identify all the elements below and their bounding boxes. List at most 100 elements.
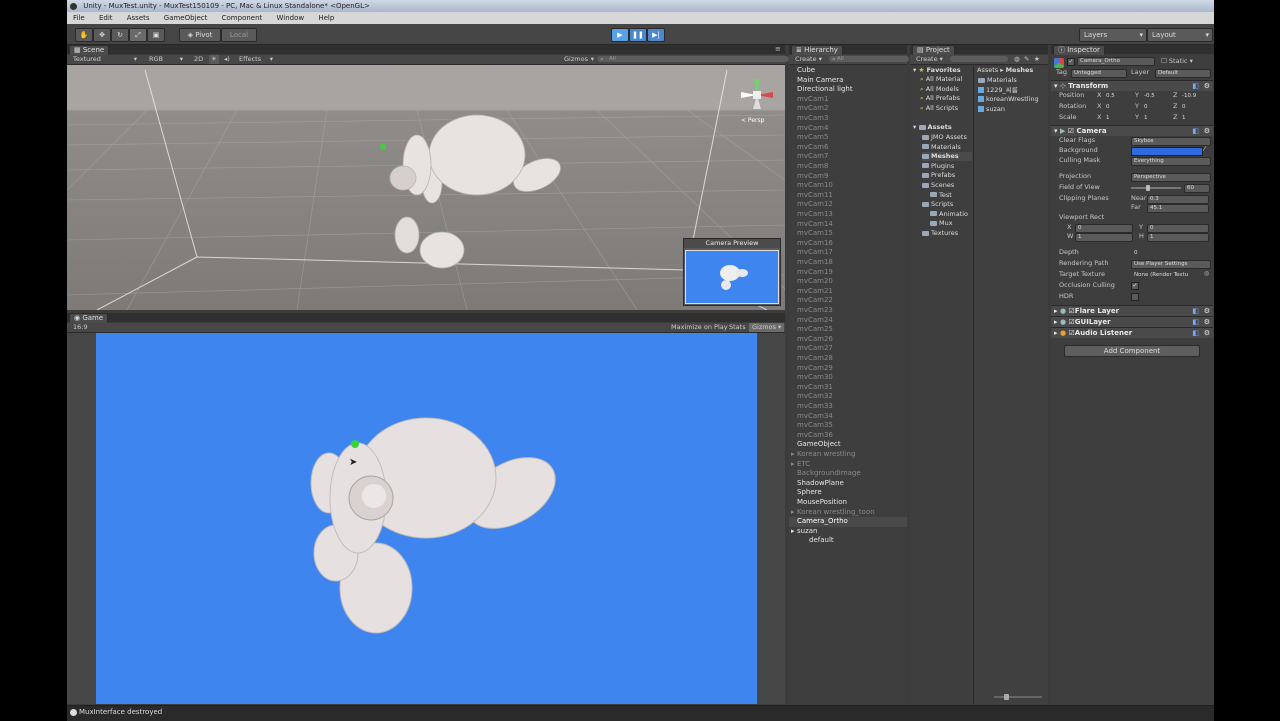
- transform-z-input[interactable]: -10.9: [1179, 92, 1209, 101]
- scene-orientation-gizmo[interactable]: [737, 75, 777, 115]
- project-folder-item[interactable]: Meshes: [922, 152, 972, 162]
- hierarchy-item[interactable]: mvCam26: [797, 335, 833, 345]
- hierarchy-item[interactable]: mvCam24: [797, 316, 833, 326]
- projection-dropdown[interactable]: Perspective: [1131, 173, 1211, 182]
- fov-slider-thumb[interactable]: [1146, 185, 1151, 191]
- viewport-y-input[interactable]: 0: [1147, 224, 1209, 233]
- gear-icon[interactable]: ⚙: [1204, 126, 1210, 136]
- play-button[interactable]: ▶: [611, 28, 629, 42]
- favorite-star-icon[interactable]: ★: [1034, 55, 1040, 64]
- project-create-dropdown[interactable]: Create ▾: [916, 55, 943, 64]
- hierarchy-item[interactable]: ShadowPlane: [797, 479, 844, 489]
- assets-header[interactable]: ▾ Assets: [913, 123, 952, 132]
- occlusion-culling-checkbox[interactable]: ✓: [1131, 282, 1139, 290]
- layers-dropdown[interactable]: Layers ▾: [1079, 28, 1147, 42]
- project-folder-item[interactable]: Mux: [930, 219, 953, 228]
- eyedropper-icon[interactable]: ⁄: [1204, 145, 1205, 153]
- fov-input[interactable]: 60: [1184, 184, 1210, 193]
- hierarchy-item[interactable]: mvCam22: [797, 296, 833, 306]
- local-toggle[interactable]: Local: [221, 28, 257, 42]
- favorite-item[interactable]: ⌕ All Scripts: [920, 104, 958, 113]
- rect-tool-button[interactable]: ▣: [147, 28, 165, 42]
- hierarchy-item[interactable]: ▸ ETC: [791, 460, 810, 470]
- project-file-item[interactable]: 1229_씨름: [978, 86, 1018, 95]
- hierarchy-item[interactable]: mvCam2: [797, 104, 828, 114]
- gear-icon[interactable]: ⚙: [1204, 81, 1210, 91]
- favorite-item[interactable]: ⌕ All Material: [920, 75, 962, 84]
- hierarchy-item[interactable]: Directional light: [797, 85, 853, 95]
- hierarchy-item[interactable]: ▸ suzan: [791, 527, 817, 537]
- hierarchy-item[interactable]: mvCam9: [797, 172, 828, 182]
- hierarchy-item[interactable]: mvCam8: [797, 162, 828, 172]
- project-file-item[interactable]: suzan: [978, 105, 1005, 114]
- gear-icon[interactable]: ⚙: [1204, 306, 1210, 316]
- project-folder-item[interactable]: Plugins: [922, 162, 954, 171]
- add-component-button[interactable]: Add Component: [1064, 345, 1200, 357]
- project-folder-item[interactable]: JMO Assets: [922, 133, 967, 142]
- camera-header[interactable]: ▾ ▶ ☑ Camera ◧ ⚙: [1051, 125, 1213, 136]
- project-folder-item[interactable]: Prefabs: [922, 171, 955, 180]
- object-picker-icon[interactable]: ◎: [1204, 270, 1209, 277]
- hand-tool-button[interactable]: ✋: [75, 28, 93, 42]
- project-search-input[interactable]: [950, 56, 1008, 62]
- rgb-dropdown[interactable]: RGB ▾: [149, 55, 183, 64]
- thumbnail-size-slider[interactable]: [994, 694, 1042, 700]
- hierarchy-item[interactable]: ▸ Korean wrestling_toon: [791, 508, 875, 518]
- tab-game[interactable]: ◉ Game: [69, 313, 109, 323]
- hierarchy-item[interactable]: GameObject: [797, 440, 841, 450]
- favorite-item[interactable]: ⌕ All Prefabs: [920, 94, 960, 103]
- scene-viewport[interactable]: < Persp Camera Preview: [67, 65, 785, 310]
- game-gizmos-toggle[interactable]: Gizmos ▾: [749, 323, 785, 332]
- hierarchy-item[interactable]: mvCam11: [797, 191, 833, 201]
- target-texture-field[interactable]: None (Render Textu: [1131, 271, 1205, 280]
- project-folder-item[interactable]: Test: [930, 191, 952, 200]
- hierarchy-item[interactable]: mvCam18: [797, 258, 833, 268]
- layout-dropdown[interactable]: Layout ▾: [1147, 28, 1213, 42]
- hierarchy-item[interactable]: mvCam36: [797, 431, 833, 441]
- rendering-path-dropdown[interactable]: Use Player Settings: [1131, 260, 1211, 269]
- project-folder-item[interactable]: Animatio: [930, 210, 968, 219]
- hierarchy-item[interactable]: mvCam5: [797, 133, 828, 143]
- pivot-toggle[interactable]: ◈ Pivot: [179, 28, 221, 42]
- shading-mode-dropdown[interactable]: Textured ▾: [73, 55, 137, 64]
- menu-edit[interactable]: Edit: [99, 14, 113, 22]
- background-color-field[interactable]: [1131, 147, 1203, 156]
- breadcrumb-assets[interactable]: Assets: [977, 66, 998, 74]
- menu-window[interactable]: Window: [277, 14, 305, 22]
- move-tool-button[interactable]: ✥: [93, 28, 111, 42]
- maximize-on-play-toggle[interactable]: Maximize on Play: [671, 323, 728, 332]
- scene-gizmos-dropdown[interactable]: Gizmos ▾: [564, 55, 594, 64]
- hierarchy-item[interactable]: mvCam7: [797, 152, 828, 162]
- help-book-icon[interactable]: ◧: [1192, 328, 1199, 338]
- audio-toggle-icon[interactable]: ◂): [224, 55, 230, 64]
- hierarchy-item[interactable]: mvCam29: [797, 364, 833, 374]
- hierarchy-item[interactable]: mvCam19: [797, 268, 833, 278]
- hierarchy-item[interactable]: mvCam14: [797, 220, 833, 230]
- tag-dropdown[interactable]: Untagged: [1071, 69, 1127, 78]
- menu-gameobject[interactable]: GameObject: [164, 14, 208, 22]
- status-message[interactable]: MuxInterface destroyed: [79, 708, 162, 716]
- component-header[interactable]: ▸ ● ☑GUILayer ◧ ⚙: [1051, 316, 1213, 327]
- transform-z-input[interactable]: 0: [1179, 103, 1209, 112]
- help-book-icon[interactable]: ◧: [1192, 126, 1199, 136]
- 2d-toggle[interactable]: 2D: [194, 55, 203, 64]
- hierarchy-search-input[interactable]: All: [829, 56, 909, 62]
- gear-icon[interactable]: ⚙: [1204, 328, 1210, 338]
- hierarchy-item[interactable]: mvCam28: [797, 354, 833, 364]
- hdr-checkbox[interactable]: [1131, 293, 1139, 301]
- stats-toggle[interactable]: Stats: [729, 323, 746, 332]
- hierarchy-item[interactable]: MousePosition: [797, 498, 847, 508]
- transform-x-input[interactable]: 0: [1103, 103, 1133, 112]
- filter-by-type-icon[interactable]: ◍: [1014, 55, 1020, 64]
- foldout-arrow-icon[interactable]: ▸: [791, 527, 795, 536]
- viewport-x-input[interactable]: 0: [1075, 224, 1133, 233]
- project-folder-item[interactable]: Scripts: [922, 200, 953, 209]
- menu-assets[interactable]: Assets: [127, 14, 150, 22]
- help-book-icon[interactable]: ◧: [1192, 306, 1199, 316]
- menu-component[interactable]: Component: [222, 14, 263, 22]
- project-folder-item[interactable]: Scenes: [922, 181, 954, 190]
- tab-hierarchy[interactable]: ≣ Hierarchy: [791, 45, 843, 55]
- hierarchy-item[interactable]: mvCam4: [797, 124, 828, 134]
- foldout-arrow-icon[interactable]: ▸: [791, 508, 795, 517]
- persp-label[interactable]: < Persp: [741, 117, 764, 124]
